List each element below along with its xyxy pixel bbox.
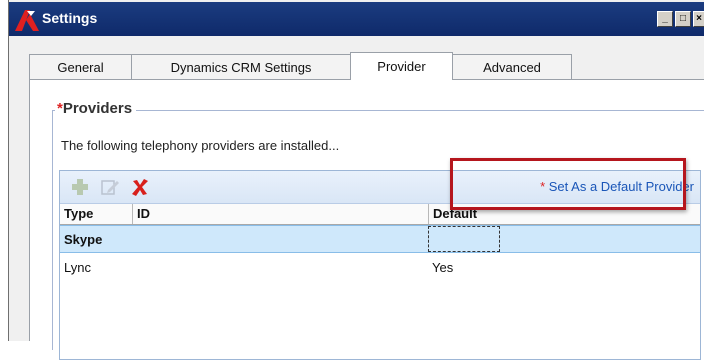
maximize-button[interactable]: □ bbox=[675, 11, 691, 27]
delete-icon[interactable] bbox=[130, 177, 150, 197]
cell-type: Lync bbox=[64, 260, 91, 275]
title-bar[interactable]: Settings _ □ × bbox=[9, 2, 704, 36]
cell-default-focused[interactable] bbox=[428, 226, 500, 252]
tab-provider[interactable]: Provider bbox=[350, 52, 453, 80]
providers-title-text: Providers bbox=[62, 100, 133, 117]
providers-description: The following telephony providers are in… bbox=[61, 138, 340, 153]
window-title: Settings bbox=[42, 10, 98, 26]
cell-default: Yes bbox=[432, 260, 454, 275]
providers-group: *Providers The following telephony provi… bbox=[52, 99, 704, 360]
tab-bar: General Dynamics CRM Settings Provider A… bbox=[29, 52, 572, 80]
column-type[interactable]: Type bbox=[60, 204, 132, 224]
providers-group-title: *Providers bbox=[55, 99, 137, 119]
table-row[interactable]: Skype bbox=[60, 225, 700, 253]
table-row[interactable]: Lync Yes bbox=[60, 254, 700, 282]
tab-general[interactable]: General bbox=[29, 54, 132, 80]
edit-icon[interactable] bbox=[100, 177, 120, 197]
provider-tab-panel: *Providers The following telephony provi… bbox=[29, 79, 704, 360]
cell-type: Skype bbox=[64, 232, 103, 247]
add-icon[interactable] bbox=[70, 177, 90, 197]
tab-dynamics-crm-settings[interactable]: Dynamics CRM Settings bbox=[131, 54, 351, 80]
column-id[interactable]: ID bbox=[132, 204, 428, 224]
window-controls: _ □ × bbox=[655, 11, 704, 29]
annotation-highlight-box bbox=[450, 158, 686, 210]
app-logo-icon bbox=[15, 10, 39, 31]
cell-id bbox=[132, 254, 428, 282]
minimize-button[interactable]: _ bbox=[657, 11, 673, 27]
close-button[interactable]: × bbox=[693, 11, 704, 27]
tab-advanced[interactable]: Advanced bbox=[452, 54, 572, 80]
cell-id bbox=[132, 226, 428, 254]
